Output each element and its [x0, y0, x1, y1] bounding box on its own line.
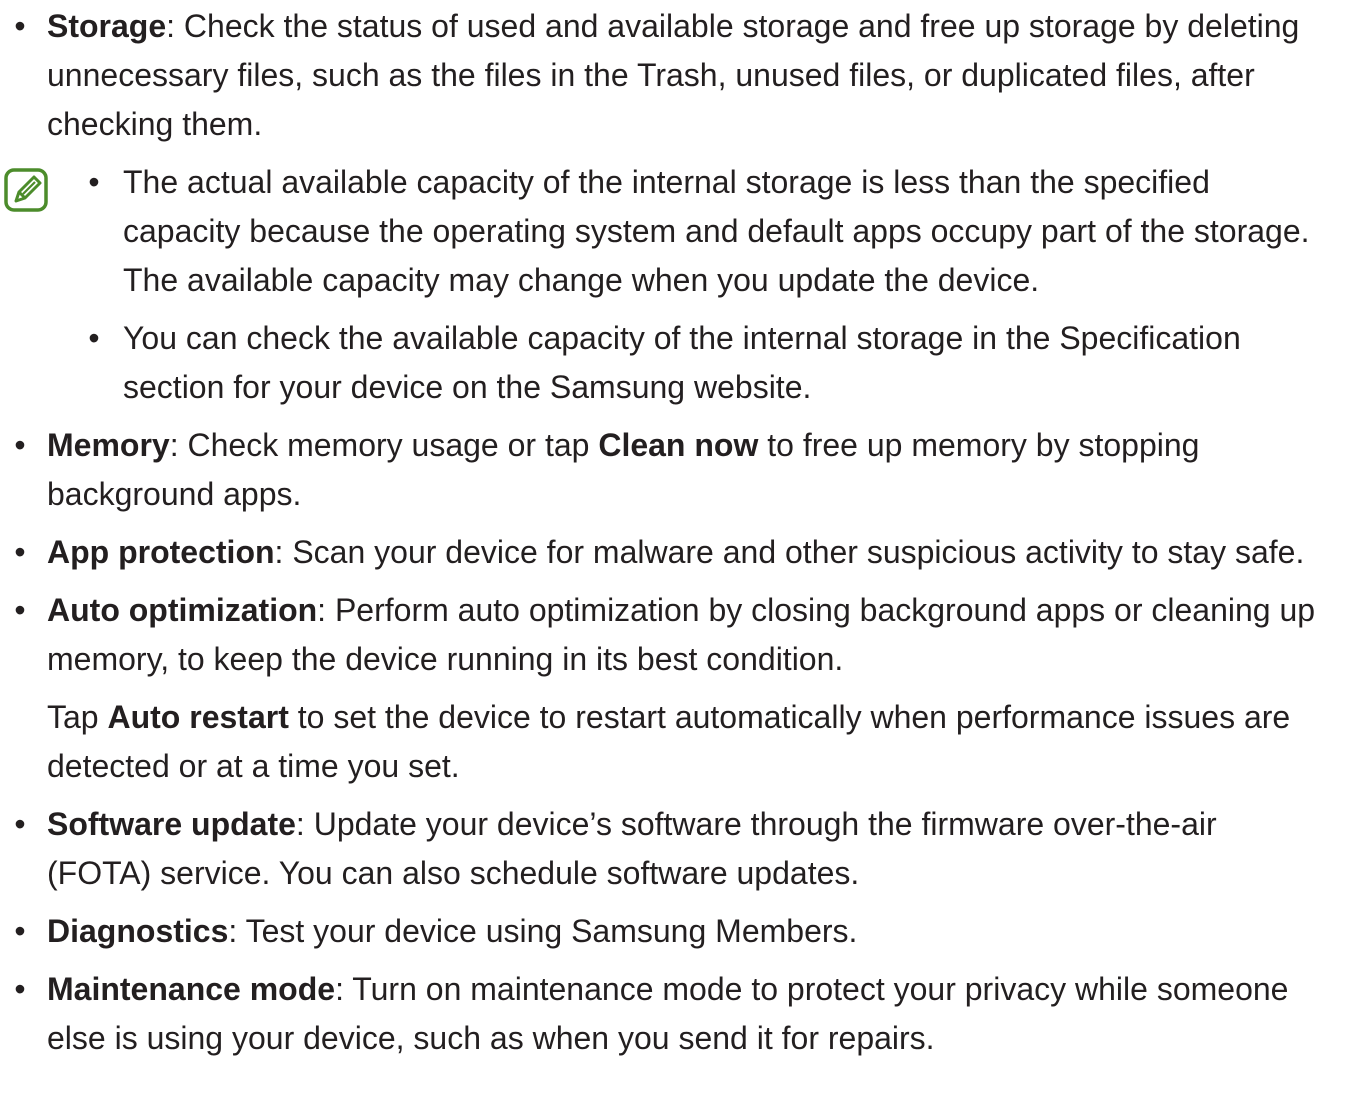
bullet: •	[14, 913, 26, 949]
clean-now-label: Clean now	[598, 427, 759, 463]
term-app-protection: App protection	[47, 534, 275, 570]
term-auto-optimization: Auto optimization	[47, 592, 318, 628]
auto-restart-paragraph: Tap Auto restart to set the device to re…	[47, 693, 1326, 791]
bullet: •	[14, 592, 26, 628]
description-memory-a: : Check memory usage or tap	[169, 427, 599, 463]
bullet: •	[14, 8, 26, 44]
term-software-update: Software update	[47, 806, 296, 842]
term-diagnostics: Diagnostics	[47, 913, 229, 949]
list-item-app-protection: • App protection: Scan your device for m…	[4, 528, 1326, 577]
list-item-diagnostics: • Diagnostics: Test your device using Sa…	[4, 907, 1326, 956]
bullet: •	[14, 971, 26, 1007]
bullet: •	[14, 806, 26, 842]
description-app-protection: : Scan your device for malware and other…	[274, 534, 1305, 570]
auto-restart-label: Auto restart	[107, 699, 289, 735]
list-item-auto-optimization: • Auto optimization: Perform auto optimi…	[4, 586, 1326, 791]
bullet: •	[88, 320, 100, 356]
note-text-capacity: The actual available capacity of the int…	[123, 164, 1310, 298]
bullet: •	[14, 534, 26, 570]
description-storage: : Check the status of used and available…	[47, 8, 1300, 142]
note-item-capacity: • The actual available capacity of the i…	[4, 158, 1326, 305]
bullet: •	[88, 164, 100, 200]
list-item-software-update: • Software update: Update your device’s …	[4, 800, 1326, 898]
term-maintenance-mode: Maintenance mode	[47, 971, 336, 1007]
document-page: • Storage: Check the status of used and …	[0, 0, 1346, 1111]
note-item-specification: • You can check the available capacity o…	[4, 314, 1326, 412]
term-storage: Storage	[47, 8, 167, 44]
note-text-specification: You can check the available capacity of …	[123, 320, 1241, 405]
description-diagnostics: : Test your device using Samsung Members…	[228, 913, 858, 949]
list-item-memory: • Memory: Check memory usage or tap Clea…	[4, 421, 1326, 519]
note-block: • The actual available capacity of the i…	[4, 158, 1326, 412]
list-item-storage: • Storage: Check the status of used and …	[4, 2, 1326, 149]
term-memory: Memory	[47, 427, 170, 463]
list-item-maintenance-mode: • Maintenance mode: Turn on maintenance …	[4, 965, 1326, 1063]
auto-restart-text-a: Tap	[47, 699, 108, 735]
bullet: •	[14, 427, 26, 463]
